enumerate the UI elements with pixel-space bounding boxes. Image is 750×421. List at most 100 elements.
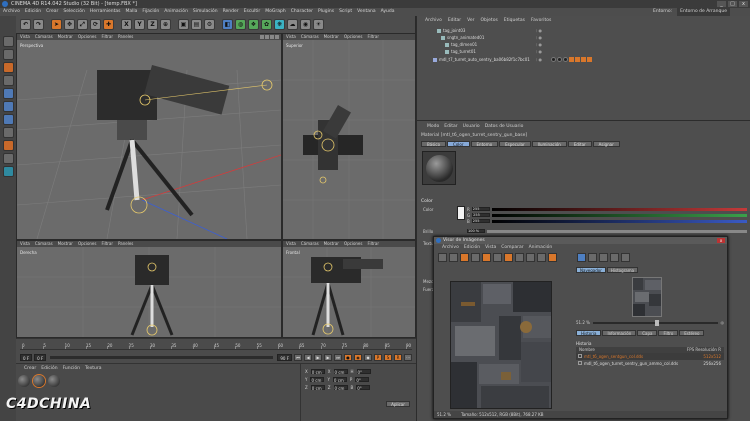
render-view-icon[interactable]	[438, 253, 447, 262]
make-editable-icon[interactable]	[2, 36, 14, 47]
right-viewport[interactable]: Vista Cámaras Mostrar Opciones Filtrar P…	[16, 240, 282, 338]
tweak-mode-icon[interactable]	[2, 140, 14, 151]
close-icon[interactable]: x	[717, 238, 725, 243]
render-settings-icon[interactable]: ⚙	[204, 19, 215, 30]
om-menu-etiquetas[interactable]: Etiquetas	[504, 18, 525, 23]
filter-icon[interactable]	[504, 253, 513, 262]
tab-iluminacion[interactable]: Iluminación	[531, 141, 567, 147]
front-viewport[interactable]: Vista Cámaras Mostrar Opciones Filtrar F…	[282, 240, 416, 338]
menu-herramientas[interactable]: Herramientas	[90, 8, 121, 16]
menu-character[interactable]: Character	[291, 8, 313, 16]
snapshot-icon[interactable]	[537, 253, 546, 262]
menu-plugins[interactable]: Plugins	[318, 8, 334, 16]
zoom-fit-icon[interactable]: ◎	[721, 320, 725, 325]
model-mode-icon[interactable]	[2, 49, 14, 60]
tab-informacion[interactable]: Información	[602, 330, 637, 336]
navigator-thumbnail[interactable]	[632, 277, 662, 317]
minimize-button[interactable]: _	[717, 1, 726, 7]
pos-y-field[interactable]: 0 cm	[310, 377, 325, 383]
material-ball[interactable]	[48, 375, 60, 387]
tab-capa[interactable]: Capa	[637, 330, 658, 336]
render-picture-viewer-icon[interactable]: ▤	[191, 19, 202, 30]
object-tags[interactable]	[551, 57, 592, 62]
tab-filtro[interactable]: Filtro	[658, 330, 679, 336]
rot-b-field[interactable]: 0°	[356, 385, 371, 391]
size-z-field[interactable]: 0 cm	[333, 385, 348, 391]
tab-navegador[interactable]: Navegador	[576, 267, 606, 273]
keyframe-icon[interactable]: ◆	[364, 353, 372, 361]
vp-toggle-icon[interactable]	[275, 35, 279, 39]
mat-menu-funcion[interactable]: Función	[63, 366, 80, 371]
mograph-cloner-icon[interactable]: ✿	[261, 19, 272, 30]
om-menu-ver[interactable]: Ver	[467, 18, 474, 23]
menu-mograph[interactable]: MoGraph	[265, 8, 285, 16]
am-menu-datos[interactable]: Datos de Usuario	[485, 124, 524, 129]
fit-view-icon[interactable]	[577, 253, 586, 262]
rot-p-field[interactable]: 0°	[355, 377, 370, 383]
om-menu-objetos[interactable]: Objetos	[481, 18, 498, 23]
menu-crear[interactable]: Crear	[46, 8, 58, 16]
stop-render-icon[interactable]	[471, 253, 480, 262]
mat-menu-crear[interactable]: Crear	[24, 366, 36, 371]
record-icon[interactable]: ●	[344, 353, 352, 361]
pos-x-field[interactable]: 0 cm	[310, 369, 325, 375]
tab-asignar[interactable]: Asignar	[592, 141, 620, 147]
go-start-icon[interactable]: ⏮	[294, 353, 302, 361]
history-entry[interactable]: mdl_t6_ogen_turret_sentry_gun_ammo_col.d…	[576, 360, 724, 367]
render-region-icon[interactable]	[449, 253, 458, 262]
redo-icon[interactable]: ↷	[33, 19, 44, 30]
size-x-field[interactable]: 0 cm	[333, 369, 348, 375]
prev-key-icon[interactable]: ◀	[304, 353, 312, 361]
am-menu-usuario[interactable]: Usuario	[463, 124, 480, 129]
om-menu-favoritos[interactable]: Favoritos	[531, 18, 551, 23]
channel-icon[interactable]	[526, 253, 535, 262]
object-row[interactable]: tag_dlmen01 ⁝ ●	[433, 41, 743, 48]
range-slider[interactable]	[50, 355, 274, 359]
tab-basico[interactable]: Básico	[421, 141, 447, 147]
zoom-slider-knob[interactable]	[655, 319, 660, 326]
object-row[interactable]: sngtn_animated01 ⁝ ●	[433, 34, 743, 41]
render-view-icon[interactable]: ▣	[178, 19, 189, 30]
texture-mode-icon[interactable]	[2, 62, 14, 73]
rot-h-field[interactable]: 0°	[356, 369, 371, 375]
tab-especular[interactable]: Especular	[499, 141, 531, 147]
menu-render[interactable]: Render	[223, 8, 239, 16]
object-row[interactable]: tag_joint03 ⁝ ●	[433, 27, 743, 34]
rotate-icon[interactable]: ⟳	[90, 19, 101, 30]
image-viewer-titlebar[interactable]: Visor de Imágenes x	[434, 237, 727, 244]
vp-move-icon[interactable]	[260, 35, 264, 39]
subdivision-icon[interactable]: ❖	[248, 19, 259, 30]
go-end-icon[interactable]: ⏭	[334, 353, 342, 361]
menu-ventana[interactable]: Ventana	[357, 8, 375, 16]
menu-fijacion[interactable]: Fijación	[142, 8, 159, 16]
autokey-icon[interactable]: ◉	[354, 353, 362, 361]
tab-histograma[interactable]: Histograma	[606, 267, 639, 273]
preview-icon[interactable]	[548, 253, 557, 262]
scale-icon[interactable]: ⤢	[77, 19, 88, 30]
menu-script[interactable]: Script	[339, 8, 352, 16]
menu-archivo[interactable]: Archivo	[3, 8, 20, 16]
z-axis-lock-button[interactable]: Z	[147, 19, 158, 30]
save-icon[interactable]	[482, 253, 491, 262]
mat-menu-edicion[interactable]: Edición	[41, 366, 57, 371]
iv-menu-archivo[interactable]: Archivo	[442, 245, 459, 250]
render-active-icon[interactable]	[460, 253, 469, 262]
grid-icon[interactable]	[588, 253, 597, 262]
am-menu-editar[interactable]: Editar	[444, 124, 457, 129]
vp-rotate-icon[interactable]	[270, 35, 274, 39]
layout-select[interactable]: Entorno de Arranque	[677, 8, 730, 16]
menu-edicion[interactable]: Edición	[25, 8, 41, 16]
param-key-icon[interactable]: ⋯	[404, 353, 412, 361]
scene-icon[interactable]: ☁	[287, 19, 298, 30]
history-entry[interactable]: mtl_t6_ogen_sentgun_col.dds 512x512	[576, 353, 724, 360]
iv-menu-animacion[interactable]: Animación	[529, 245, 553, 250]
info-icon[interactable]	[621, 253, 630, 262]
am-menu-modo[interactable]: Modo	[427, 124, 439, 129]
menu-seleccion[interactable]: Selección	[63, 8, 84, 16]
coord-system-icon[interactable]: ⊕	[160, 19, 171, 30]
menu-simulacion[interactable]: Simulación	[193, 8, 218, 16]
vp-zoom-icon[interactable]	[265, 35, 269, 39]
axis-mode-icon[interactable]	[2, 127, 14, 138]
cube-primitive-icon[interactable]: ◧	[222, 19, 233, 30]
start-frame-field[interactable]: 0 F	[20, 353, 33, 361]
